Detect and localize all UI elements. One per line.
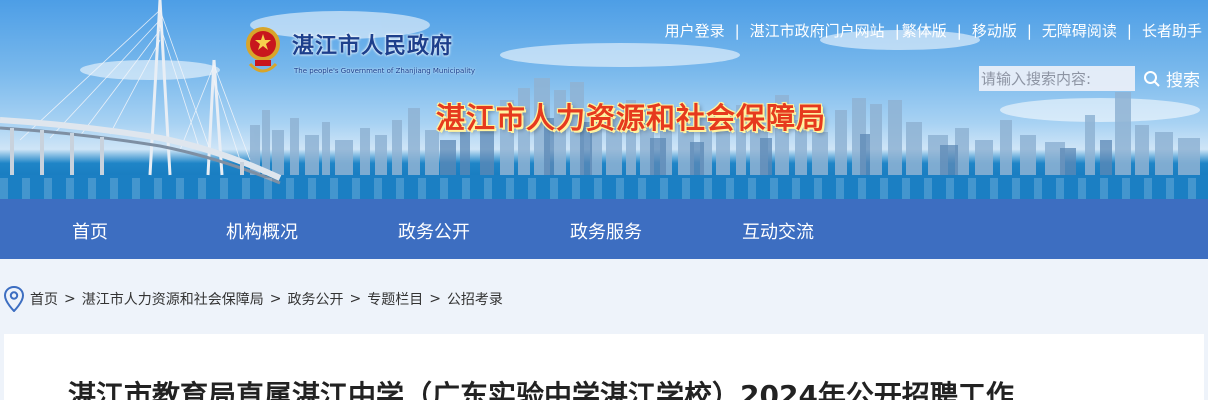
bureau-name: 湛江市人力资源和社会保障局 <box>436 101 827 135</box>
header-banner: 湛江市人民政府 The people's Government of Zhanj… <box>0 0 1208 199</box>
elderly-assistant-link[interactable]: 长者助手 <box>1142 20 1202 41</box>
accessibility-link[interactable]: 无障碍阅读 <box>1042 20 1117 41</box>
main-nav: 首页 机构概况 政务公开 政务服务 互动交流 <box>0 199 1208 259</box>
nav-item-gov-affairs[interactable]: 政务公开 <box>398 218 470 244</box>
search-input[interactable] <box>979 66 1135 91</box>
search-bar: 搜索 <box>979 66 1200 91</box>
article-title: 湛江市教育局直属湛江中学（广东实验中学湛江学校）2024年公开招聘工作 <box>68 379 1014 400</box>
breadcrumb: 首页 > 湛江市人力资源和社会保障局 > 政务公开 > 专题栏目 > 公招考录 <box>4 286 503 312</box>
breadcrumb-separator: > <box>269 291 282 307</box>
gov-name: 湛江市人民政府 <box>292 34 454 59</box>
breadcrumb-special-topics[interactable]: 专题栏目 <box>367 289 423 309</box>
breadcrumb-home[interactable]: 首页 <box>30 289 58 309</box>
breadcrumb-separator: > <box>64 291 76 307</box>
login-link[interactable]: 用户登录 <box>665 20 725 41</box>
breadcrumb-recruitment[interactable]: 公招考录 <box>447 289 503 309</box>
search-icon <box>1144 70 1160 87</box>
location-pin-icon <box>4 286 24 312</box>
link-separator: | <box>956 21 962 40</box>
search-button[interactable]: 搜索 <box>1143 66 1200 91</box>
breadcrumb-bureau[interactable]: 湛江市人力资源和社会保障局 <box>82 289 264 309</box>
breadcrumb-gov-affairs[interactable]: 政务公开 <box>287 289 343 309</box>
link-separator: | <box>1026 21 1032 40</box>
mobile-version-link[interactable]: 移动版 <box>972 20 1017 41</box>
nav-item-about[interactable]: 机构概况 <box>226 218 298 244</box>
traditional-chinese-link[interactable]: 繁体版 <box>902 20 947 41</box>
nav-item-home[interactable]: 首页 <box>72 218 108 244</box>
gov-name-english: The people's Government of Zhanjiang Mun… <box>294 67 476 75</box>
nav-item-services[interactable]: 政务服务 <box>570 218 642 244</box>
national-emblem-icon <box>246 27 280 73</box>
breadcrumb-separator: > <box>429 291 441 307</box>
link-separator: | <box>1126 21 1132 40</box>
water-texture <box>0 178 1208 199</box>
top-links: 用户登录 | 湛江市政府门户网站 | 繁体版 | 移动版 | 无障碍阅读 | 长… <box>665 20 1202 41</box>
link-separator: | <box>894 21 900 40</box>
link-separator: | <box>734 21 740 40</box>
search-button-label: 搜索 <box>1166 71 1200 91</box>
nav-item-interaction[interactable]: 互动交流 <box>742 218 814 244</box>
gov-portal-link[interactable]: 湛江市政府门户网站 <box>750 20 885 41</box>
breadcrumb-separator: > <box>349 291 362 307</box>
article-panel: 湛江市教育局直属湛江中学（广东实验中学湛江学校）2024年公开招聘工作 <box>4 334 1204 400</box>
